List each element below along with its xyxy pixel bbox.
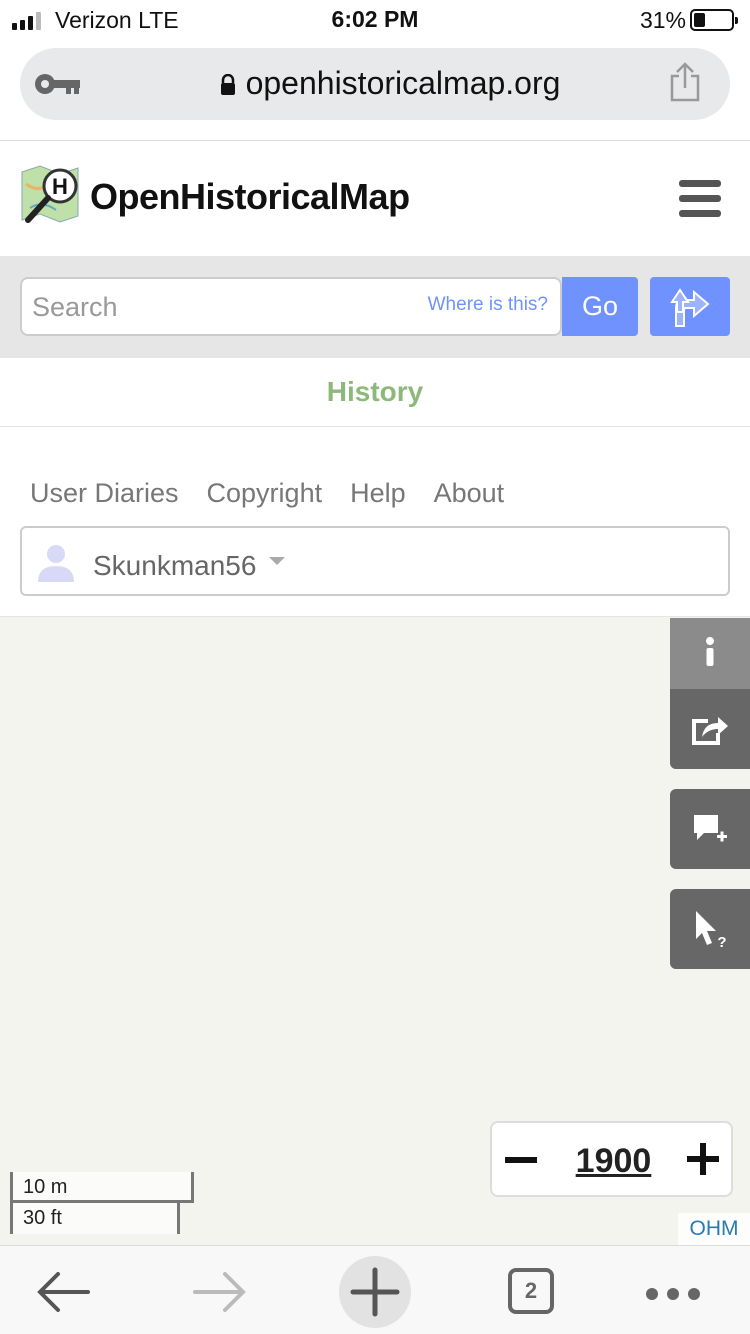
status-bar: Verizon LTE 6:02 PM 31% <box>0 0 750 40</box>
back-arrow-icon <box>37 1272 90 1312</box>
info-icon <box>706 637 714 666</box>
ohm-logo-icon[interactable]: H <box>20 164 80 226</box>
search-field: Where is this? <box>20 277 562 336</box>
search-input[interactable] <box>32 289 412 325</box>
add-note-button[interactable] <box>670 789 750 869</box>
user-avatar-icon <box>38 545 74 582</box>
go-button[interactable]: Go <box>562 277 638 336</box>
battery-percent: 31% <box>639 7 686 33</box>
nav-link-about[interactable]: About <box>434 478 505 509</box>
scale-metric: 10 m <box>23 1176 68 1198</box>
hamburger-icon[interactable] <box>679 180 721 218</box>
forward-button[interactable] <box>183 1256 255 1328</box>
nav-link-copyright[interactable]: Copyright <box>207 478 323 509</box>
where-is-this-link[interactable]: Where is this? <box>428 294 548 316</box>
map-canvas[interactable]: ? 1900 10 m 30 ft OHM <box>0 617 750 1245</box>
tab-count: 2 <box>508 1268 554 1314</box>
more-button[interactable] <box>636 1256 708 1328</box>
svg-text:?: ? <box>717 934 726 949</box>
history-tab[interactable]: History <box>0 358 750 427</box>
scale-imperial: 30 ft <box>23 1207 62 1229</box>
history-label: History <box>326 376 424 407</box>
nav-link-help[interactable]: Help <box>350 478 406 509</box>
divider <box>0 140 750 141</box>
tabs-button[interactable]: 2 <box>495 1256 567 1328</box>
plus-icon[interactable] <box>687 1143 719 1175</box>
nav-link-user-diaries[interactable]: User Diaries <box>30 478 179 509</box>
url-text[interactable]: openhistoricalmap.org <box>20 65 730 102</box>
map-info-button[interactable] <box>670 618 750 689</box>
secondary-nav: User Diaries Copyright Help About <box>30 478 504 509</box>
directions-icon <box>670 288 710 327</box>
query-features-button[interactable]: ? <box>670 889 750 969</box>
clock: 6:02 PM <box>331 6 419 32</box>
chevron-down-icon <box>269 557 285 565</box>
scale-bar: 10 m 30 ft <box>10 1172 194 1234</box>
search-bar: Where is this? Go <box>0 256 750 358</box>
more-icon <box>646 1288 700 1300</box>
address-bar[interactable]: openhistoricalmap.org <box>20 48 730 120</box>
lock-icon <box>220 73 235 95</box>
new-tab-icon <box>350 1267 400 1317</box>
url-label: openhistoricalmap.org <box>245 65 561 101</box>
query-features-icon: ? <box>696 911 727 949</box>
username: Skunkman56 <box>93 550 257 581</box>
user-menu[interactable]: Skunkman56 <box>20 526 730 596</box>
battery-icon <box>690 9 738 31</box>
back-button[interactable] <box>28 1256 100 1328</box>
time-slider: 1900 <box>490 1121 733 1197</box>
site-title[interactable]: OpenHistoricalMap <box>90 176 410 218</box>
attribution-link[interactable]: OHM <box>678 1213 750 1245</box>
add-note-icon <box>694 815 727 842</box>
share-icon[interactable] <box>668 62 702 102</box>
browser-toolbar: 2 <box>0 1245 750 1334</box>
share-map-icon <box>692 717 728 745</box>
map-share-button[interactable] <box>670 689 750 769</box>
directions-button[interactable] <box>650 277 730 336</box>
new-tab-button[interactable] <box>339 1256 411 1328</box>
forward-arrow-icon <box>193 1272 246 1312</box>
svg-text:H: H <box>52 174 68 199</box>
